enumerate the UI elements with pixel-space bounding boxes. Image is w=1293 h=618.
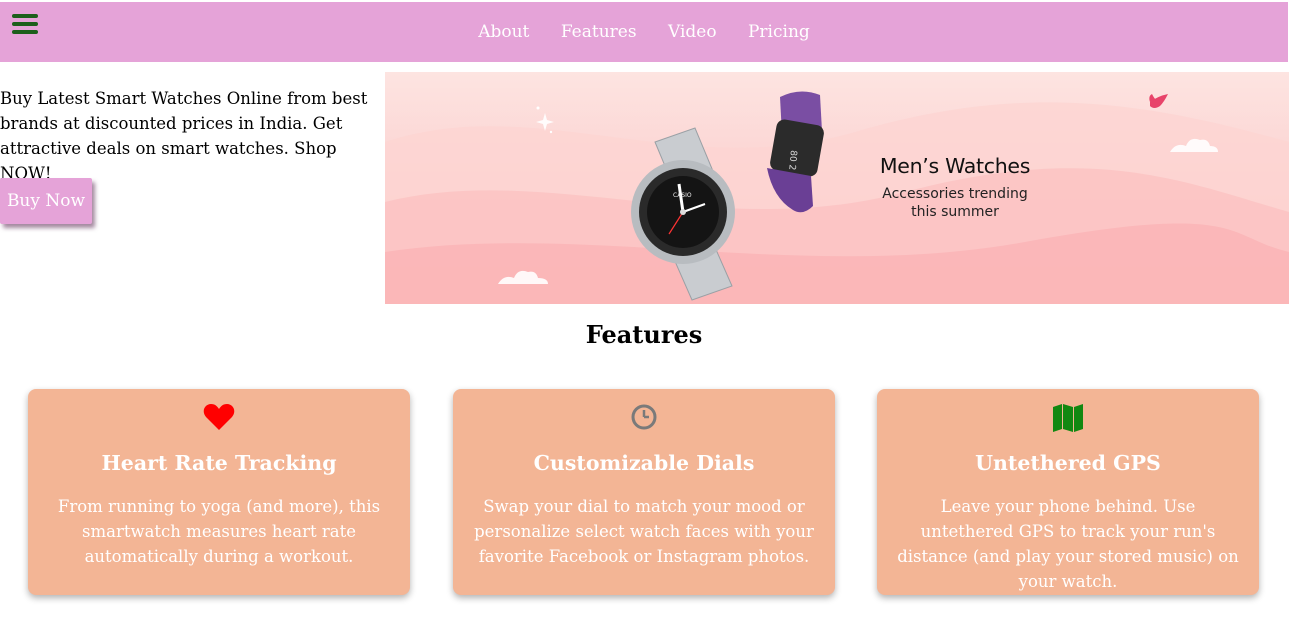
clock-icon [453, 403, 835, 433]
feature-title: Untethered GPS [975, 451, 1161, 475]
banner-title: Men’s Watches [879, 154, 1031, 178]
watch-brand-mark: CASIO [673, 192, 692, 199]
hero-description: Buy Latest Smart Watches Online from bes… [0, 89, 368, 183]
features-heading: Features [585, 320, 703, 349]
banner-subtitle-line-1: Accessories trending [882, 186, 1028, 202]
navbar: About Features Video Pricing [0, 2, 1288, 62]
feature-description: Leave your phone behind. Use untethered … [897, 497, 1239, 591]
banner-subtitle: Accessories trending this summer [867, 185, 1043, 221]
nav-link-video[interactable]: Video [668, 22, 717, 42]
promo-banner[interactable]: 80 2 CASIO Men’s Watches Accessories tre… [385, 72, 1289, 304]
feature-description: From running to yoga (and more), this sm… [57, 497, 381, 566]
feature-card-heart-rate: Heart Rate Tracking From running to yoga… [28, 389, 410, 595]
tracker-display-text: 80 2 [786, 150, 798, 171]
banner-illustration: 80 2 CASIO [385, 91, 1289, 304]
feature-title: Heart Rate Tracking [101, 451, 337, 475]
banner-subtitle-line-2: this summer [911, 204, 999, 220]
nav-links: About Features Video Pricing [0, 22, 1288, 42]
heart-icon [28, 403, 410, 433]
nav-link-about[interactable]: About [478, 22, 529, 42]
buy-now-button[interactable]: Buy Now [0, 178, 92, 224]
feature-card-dials: Customizable Dials Swap your dial to mat… [453, 389, 835, 595]
feature-card-gps: Untethered GPS Leave your phone behind. … [877, 389, 1259, 595]
nav-link-pricing[interactable]: Pricing [748, 22, 810, 42]
feature-title: Customizable Dials [533, 451, 755, 475]
nav-link-features[interactable]: Features [561, 22, 637, 42]
feature-description: Swap your dial to match your mood or per… [474, 497, 814, 566]
map-icon [877, 403, 1259, 433]
